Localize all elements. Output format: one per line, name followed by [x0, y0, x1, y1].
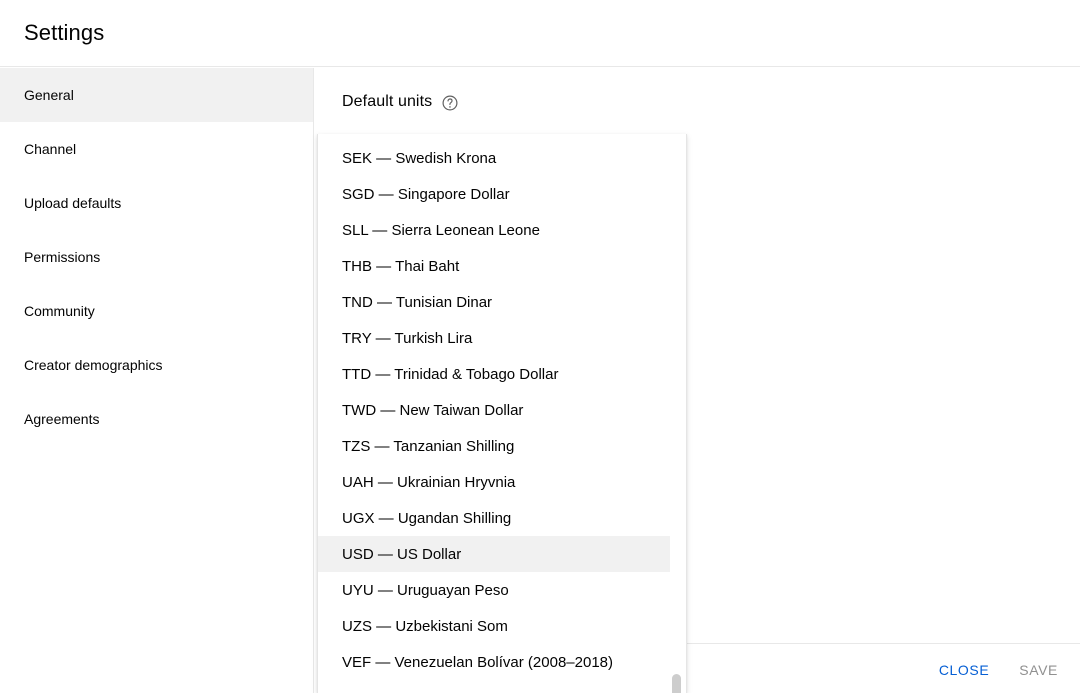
dropdown-option[interactable]: THB — Thai Baht — [318, 248, 686, 284]
default-units-dropdown[interactable]: SEK — Swedish KronaSGD — Singapore Dolla… — [317, 134, 687, 693]
page-title: Settings — [24, 19, 104, 47]
dropdown-option[interactable]: USD — US Dollar — [318, 536, 670, 572]
dropdown-option[interactable]: UGX — Ugandan Shilling — [318, 500, 686, 536]
default-units-section: Default units — [342, 91, 459, 113]
sidebar-item-community[interactable]: Community — [0, 284, 313, 338]
settings-dialog: Settings General Channel Upload defaults Pe… — [0, 0, 1080, 693]
dropdown-option[interactable]: TWD — New Taiwan Dollar — [318, 392, 686, 428]
dropdown-option-list: SEK — Swedish KronaSGD — Singapore Dolla… — [318, 134, 686, 680]
dropdown-option[interactable]: SLL — Sierra Leonean Leone — [318, 212, 686, 248]
dropdown-option[interactable]: TTD — Trinidad & Tobago Dollar — [318, 356, 686, 392]
dropdown-option[interactable]: TRY — Turkish Lira — [318, 320, 686, 356]
sidebar-item-channel[interactable]: Channel — [0, 122, 313, 176]
sidebar-item-label: Channel — [24, 139, 76, 159]
dropdown-option[interactable]: VEF — Venezuelan Bolívar (2008–2018) — [318, 644, 686, 680]
footer-actions: CLOSE SAVE — [937, 658, 1060, 682]
help-circle-icon[interactable] — [441, 94, 459, 112]
sidebar-item-label: Upload defaults — [24, 193, 121, 213]
dialog-footer: CLOSE SAVE — [687, 643, 1080, 693]
dropdown-option[interactable]: TND — Tunisian Dinar — [318, 284, 686, 320]
dropdown-option[interactable]: TZS — Tanzanian Shilling — [318, 428, 686, 464]
dropdown-option[interactable]: SEK — Swedish Krona — [318, 140, 686, 176]
dropdown-option[interactable]: UYU — Uruguayan Peso — [318, 572, 686, 608]
dialog-header: Settings — [0, 0, 1080, 67]
dropdown-scrollbar-track[interactable] — [672, 134, 682, 693]
sidebar-item-permissions[interactable]: Permissions — [0, 230, 313, 284]
dropdown-option[interactable]: SGD — Singapore Dollar — [318, 176, 686, 212]
sidebar-item-label: General — [24, 85, 74, 105]
sidebar-item-label: Community — [24, 301, 95, 321]
sidebar-item-label: Permissions — [24, 247, 100, 267]
close-button[interactable]: CLOSE — [937, 658, 991, 682]
sidebar-item-upload-defaults[interactable]: Upload defaults — [0, 176, 313, 230]
save-button: SAVE — [1017, 658, 1060, 682]
dropdown-option[interactable]: UZS — Uzbekistani Som — [318, 608, 686, 644]
sidebar-item-general[interactable]: General — [0, 68, 313, 122]
sidebar-item-label: Agreements — [24, 409, 99, 429]
section-title: Default units — [342, 91, 432, 113]
dropdown-scrollbar-thumb[interactable] — [672, 674, 681, 693]
settings-sidebar: General Channel Upload defaults Permissions… — [0, 68, 314, 693]
sidebar-item-label: Creator demographics — [24, 355, 163, 375]
dropdown-option[interactable]: UAH — Ukrainian Hryvnia — [318, 464, 686, 500]
sidebar-item-agreements[interactable]: Agreements — [0, 392, 313, 446]
sidebar-item-creator-demographics[interactable]: Creator demographics — [0, 338, 313, 392]
